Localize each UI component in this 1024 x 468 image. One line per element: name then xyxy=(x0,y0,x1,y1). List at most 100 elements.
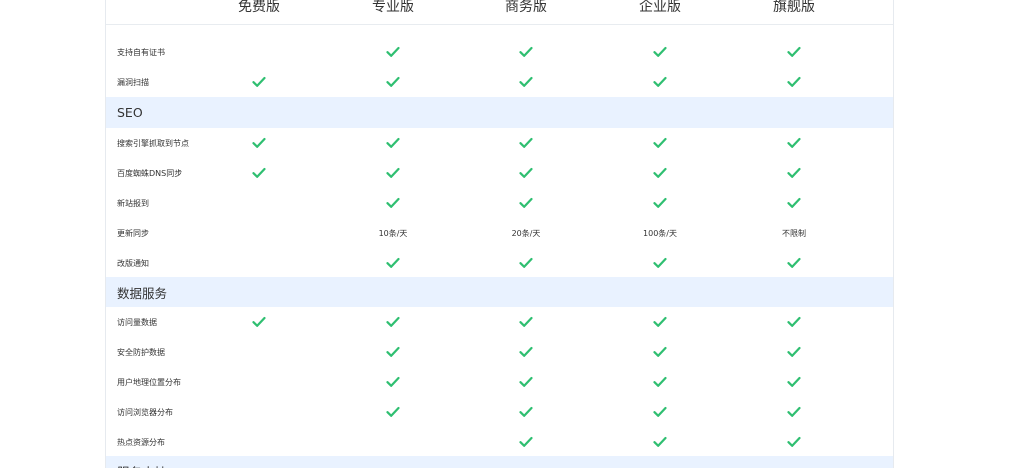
table-row: 百度蜘蛛DNS同步 xyxy=(106,158,893,189)
check-icon xyxy=(787,316,801,328)
feature-label: 改版通知 xyxy=(117,258,149,268)
check-icon xyxy=(519,406,533,418)
table-row: 热点资源分布 xyxy=(106,427,893,458)
check-icon xyxy=(519,76,533,88)
check-icon xyxy=(519,436,533,448)
cell-free xyxy=(209,218,309,248)
check-icon xyxy=(386,76,400,88)
cell-enterprise xyxy=(610,158,710,188)
feature-label: 用户地理位置分布 xyxy=(117,377,181,387)
column-header-enterprise: 企业版 xyxy=(639,0,681,15)
feature-label: 访问量数据 xyxy=(117,317,157,327)
cell-business xyxy=(476,158,576,188)
check-icon xyxy=(787,197,801,209)
check-icon xyxy=(653,46,667,58)
cell-flagship xyxy=(744,307,844,337)
cell-flagship xyxy=(744,397,844,427)
cell-free xyxy=(209,397,309,427)
cell-flagship xyxy=(744,67,844,97)
cell-free xyxy=(209,128,309,158)
check-icon xyxy=(653,406,667,418)
table-row: 访问量数据 xyxy=(106,307,893,338)
cell-professional: 10条/天 xyxy=(343,218,443,248)
section-title: SEO xyxy=(117,105,143,120)
check-icon xyxy=(653,316,667,328)
feature-label: 支持自有证书 xyxy=(117,47,165,57)
cell-business xyxy=(476,307,576,337)
cell-flagship xyxy=(744,367,844,397)
column-header-business: 商务版 xyxy=(505,0,547,15)
check-icon xyxy=(386,167,400,179)
cell-flagship xyxy=(744,337,844,367)
check-icon xyxy=(519,46,533,58)
cell-professional xyxy=(343,158,443,188)
cell-business xyxy=(476,188,576,218)
cell-flagship xyxy=(744,427,844,457)
cell-professional xyxy=(343,128,443,158)
check-icon xyxy=(252,167,266,179)
check-icon xyxy=(787,137,801,149)
table-row: 新站报到 xyxy=(106,188,893,219)
section-header-seo: SEO xyxy=(106,97,893,128)
check-icon xyxy=(787,46,801,58)
table-row: 支持自有证书 xyxy=(106,37,893,68)
cell-value: 100条/天 xyxy=(643,228,677,238)
table-row: 用户地理位置分布 xyxy=(106,367,893,398)
feature-label: 更新同步 xyxy=(117,228,149,238)
cell-free xyxy=(209,367,309,397)
section-title: 服务支持 xyxy=(117,456,167,468)
cell-business xyxy=(476,37,576,67)
cell-flagship xyxy=(744,128,844,158)
check-icon xyxy=(787,436,801,448)
table-row: 更新同步 10条/天 20条/天 100条/天 不限制 xyxy=(106,218,893,249)
feature-label: 漏洞扫描 xyxy=(117,77,149,87)
cell-business xyxy=(476,427,576,457)
cell-professional xyxy=(343,248,443,278)
cell-business xyxy=(476,397,576,427)
cell-professional xyxy=(343,37,443,67)
check-icon xyxy=(787,376,801,388)
check-icon xyxy=(653,346,667,358)
check-icon xyxy=(519,376,533,388)
feature-label: 搜索引擎抓取到节点 xyxy=(117,138,189,148)
cell-business xyxy=(476,67,576,97)
cell-professional xyxy=(343,397,443,427)
feature-label: 百度蜘蛛DNS同步 xyxy=(117,168,183,178)
cell-professional xyxy=(343,307,443,337)
check-icon xyxy=(653,257,667,269)
check-icon xyxy=(653,137,667,149)
check-icon xyxy=(653,76,667,88)
cell-enterprise xyxy=(610,37,710,67)
check-icon xyxy=(519,316,533,328)
cell-free xyxy=(209,337,309,367)
check-icon xyxy=(653,376,667,388)
check-icon xyxy=(519,257,533,269)
feature-label: 热点资源分布 xyxy=(117,437,165,447)
check-icon xyxy=(252,137,266,149)
pricing-comparison-table: HTTPS支持自有证书漏洞扫描SEO搜索引擎抓取到节点百度蜘蛛DNS同步新站报到… xyxy=(105,0,894,468)
check-icon xyxy=(519,167,533,179)
check-icon xyxy=(386,376,400,388)
check-icon xyxy=(386,46,400,58)
cell-free xyxy=(209,67,309,97)
check-icon xyxy=(787,257,801,269)
cell-enterprise xyxy=(610,397,710,427)
cell-enterprise xyxy=(610,337,710,367)
check-icon xyxy=(386,257,400,269)
cell-value: 不限制 xyxy=(782,228,806,238)
table-header: 免费版 专业版 商务版 企业版 旗舰版 xyxy=(106,0,893,25)
check-icon xyxy=(519,197,533,209)
feature-label: 访问浏览器分布 xyxy=(117,407,173,417)
cell-value: 20条/天 xyxy=(511,228,541,238)
cell-professional xyxy=(343,67,443,97)
cell-enterprise xyxy=(610,427,710,457)
check-icon xyxy=(787,406,801,418)
check-icon xyxy=(653,167,667,179)
cell-business xyxy=(476,337,576,367)
check-icon xyxy=(386,346,400,358)
cell-free xyxy=(209,188,309,218)
check-icon xyxy=(519,346,533,358)
check-icon xyxy=(386,406,400,418)
cell-flagship xyxy=(744,188,844,218)
section-title: 数据服务 xyxy=(117,286,168,301)
